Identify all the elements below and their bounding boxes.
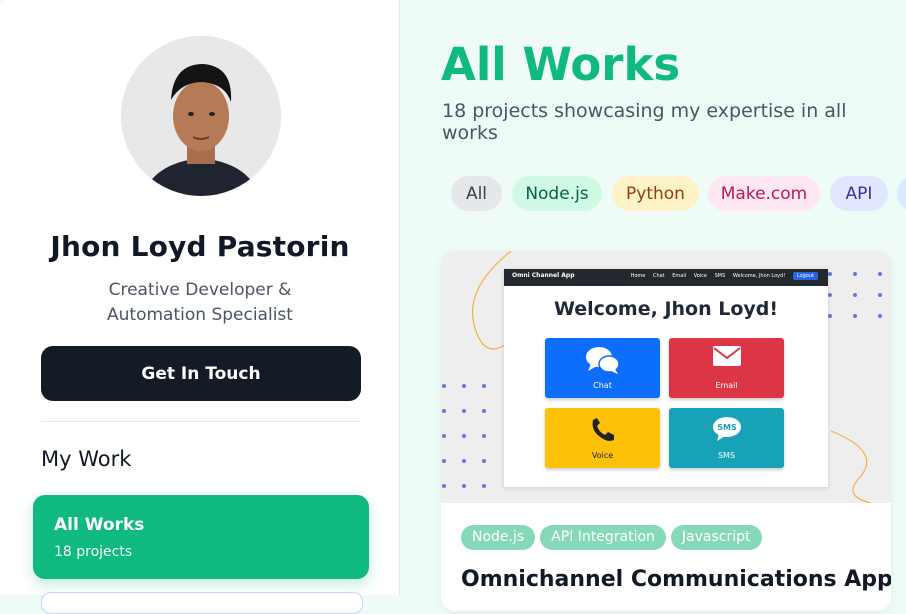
get-in-touch-button[interactable]: Get In Touch	[41, 346, 361, 401]
mockup-link: Voice	[693, 273, 708, 279]
mockup-link: SMS	[714, 273, 726, 279]
tag-nodejs: Node.js	[461, 525, 536, 550]
project-title[interactable]: Omnichannel Communications App	[461, 567, 891, 592]
project-tags: Node.js API Integration Javascript	[461, 525, 767, 550]
page-subtitle: 18 projects showcasing my expertise in a…	[442, 100, 847, 144]
profile-sidebar: Jhon Loyd Pastorin Creative Developer & …	[0, 0, 400, 614]
filter-chip-makecom[interactable]: Make.com	[708, 176, 820, 211]
profile-name: Jhon Loyd Pastorin	[50, 230, 350, 263]
mockup-welcome: Welcome, Jhon Loyd!	[553, 298, 779, 320]
nav-item-next[interactable]	[41, 592, 363, 614]
chat-icon	[545, 346, 660, 380]
envelope-icon	[669, 346, 784, 372]
mockup-tile-sms: SMS SMS	[669, 408, 784, 468]
page-title: All Works	[441, 38, 681, 91]
divider	[41, 421, 361, 422]
mockup-tile-email: Email	[669, 338, 784, 398]
mockup-brand: Omni Channel App	[512, 272, 575, 279]
mockup-tile-label: Chat	[593, 381, 612, 390]
mockup-nav-links: Home Chat Email Voice SMS Welcome, Jhon …	[625, 272, 818, 280]
mockup-link: Chat	[652, 273, 665, 279]
svg-text:SMS: SMS	[717, 423, 737, 432]
app-mockup: Omni Channel App Home Chat Email Voice S…	[504, 269, 828, 487]
mockup-tile-label: SMS	[717, 451, 736, 460]
avatar-photo	[121, 36, 281, 196]
mockup-tile-label: Voice	[591, 451, 614, 460]
tag-javascript: Javascript	[670, 525, 762, 550]
mockup-link: Home	[630, 273, 646, 279]
filter-chip-api[interactable]: API	[830, 176, 888, 211]
nav-item-all-works[interactable]: All Works 18 projects	[33, 495, 369, 579]
mockup-navbar: Omni Channel App Home Chat Email Voice S…	[504, 269, 828, 286]
project-thumbnail: Omni Channel App Home Chat Email Voice S…	[441, 251, 891, 503]
mockup-tile-label: Email	[715, 381, 738, 390]
phone-icon	[545, 416, 660, 448]
mockup-logout-button: Logout	[792, 272, 818, 280]
filter-chip-nodejs[interactable]: Node.js	[512, 176, 602, 211]
filter-chip-all[interactable]: All	[451, 176, 502, 211]
nav-item-label: All Works	[54, 515, 145, 535]
mockup-tile-chat: Chat	[545, 338, 660, 398]
project-card[interactable]: Omni Channel App Home Chat Email Voice S…	[441, 251, 891, 611]
avatar	[121, 36, 281, 196]
mockup-tile-voice: Voice	[545, 408, 660, 468]
sms-icon: SMS	[669, 416, 784, 446]
filter-chip-more[interactable]	[897, 176, 906, 211]
dot-pattern	[442, 384, 486, 488]
filter-chips: All Node.js Python Make.com API	[451, 176, 906, 212]
nav-item-count: 18 projects	[54, 544, 133, 560]
mockup-link: Welcome, Jhon Loyd!	[732, 273, 786, 279]
section-title-my-work: My Work	[41, 447, 132, 471]
filter-chip-python[interactable]: Python	[612, 176, 699, 211]
profile-title: Creative Developer & Automation Speciali…	[107, 280, 293, 325]
dot-pattern	[828, 272, 882, 318]
mockup-link: Email	[672, 273, 687, 279]
tag-api-integration: API Integration	[540, 525, 666, 550]
